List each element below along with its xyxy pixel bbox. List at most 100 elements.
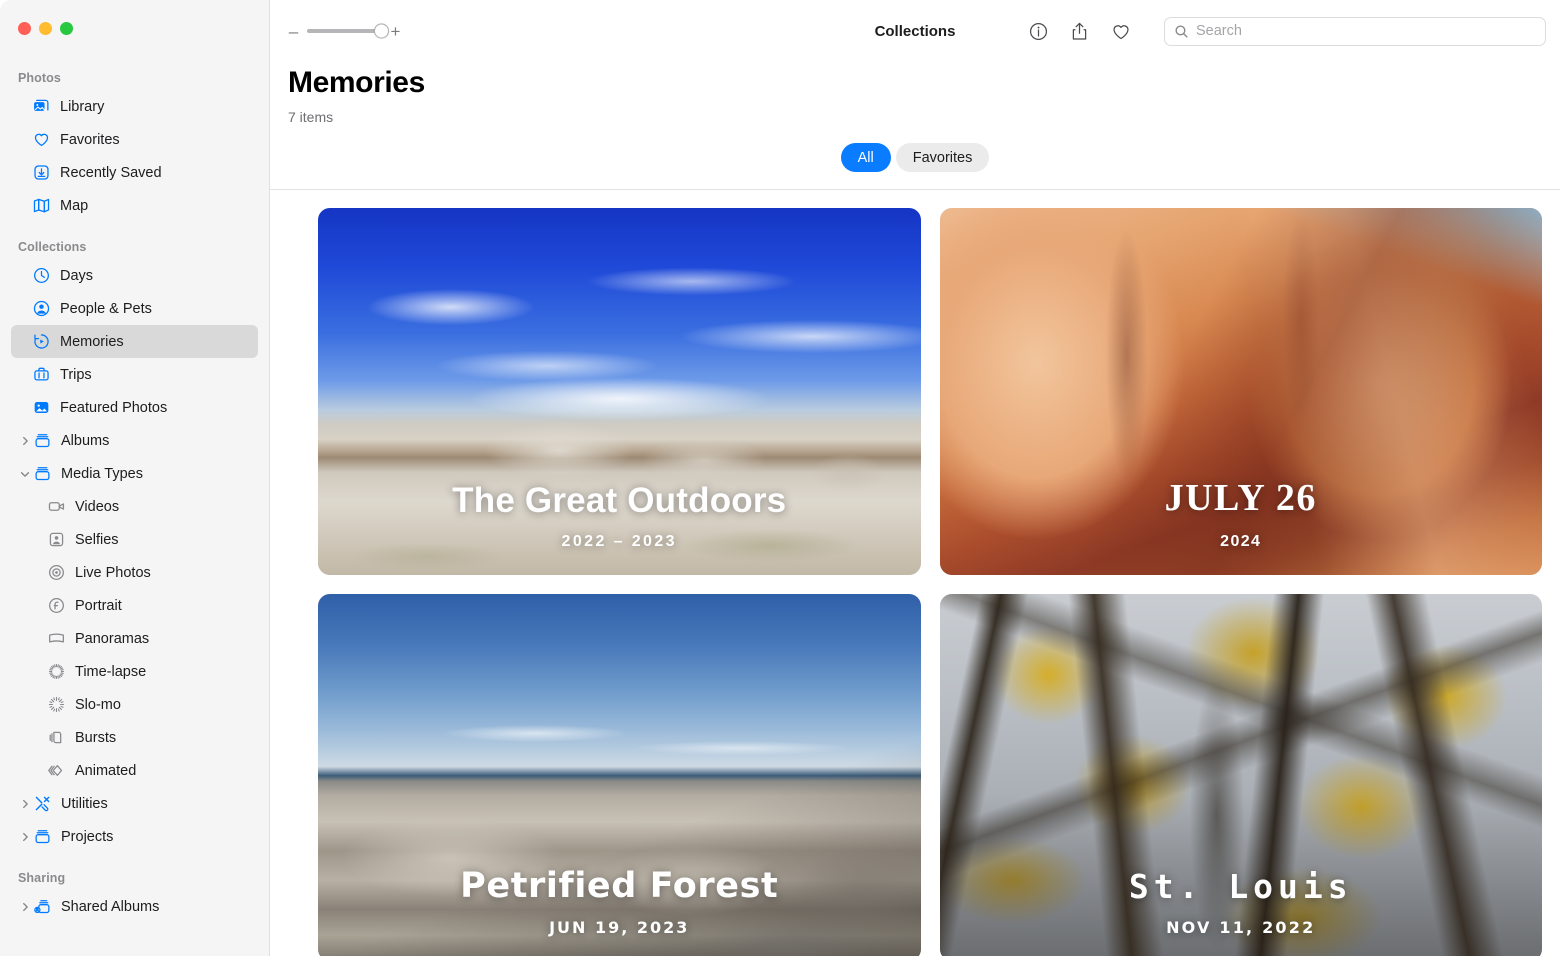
selfie-icon xyxy=(47,530,73,549)
sidebar-item-shared-albums[interactable]: Shared Albums xyxy=(11,890,258,923)
close-button[interactable] xyxy=(18,22,31,35)
main-content: – + Collections Search Memories 7 items … xyxy=(270,0,1560,956)
memory-title: Petrified Forest xyxy=(460,865,779,906)
bursts-icon xyxy=(47,728,73,747)
sidebar-item-selfies[interactable]: Selfies xyxy=(11,523,258,556)
heart-icon xyxy=(32,130,58,149)
sidebar-item-bursts[interactable]: Bursts xyxy=(11,721,258,754)
memory-title: The Great Outdoors xyxy=(452,480,787,520)
zoom-slider-control[interactable]: – + xyxy=(288,23,401,40)
search-input[interactable] xyxy=(1196,23,1536,39)
memory-card[interactable]: JULY 26 2024 xyxy=(939,208,1543,575)
album-icon xyxy=(33,431,59,450)
photos-window: Photos Library Favorites Recently Saved Map C… xyxy=(0,0,1560,956)
sidebar-item-people-pets[interactable]: People & Pets xyxy=(11,292,258,325)
disclosure-chevron-down-icon[interactable] xyxy=(18,468,32,480)
sidebar-item-memories[interactable]: Memories xyxy=(11,325,258,358)
download-icon xyxy=(32,163,58,182)
disclosure-chevron-right-icon[interactable] xyxy=(18,798,32,810)
memory-caption: JULY 26 2024 xyxy=(940,477,1543,551)
disclosure-chevron-right-icon[interactable] xyxy=(18,901,32,913)
sidebar-item-featured-photos[interactable]: Featured Photos xyxy=(11,391,258,424)
slomo-icon xyxy=(47,695,73,714)
album-icon xyxy=(33,464,59,483)
sidebar-item-label: Map xyxy=(60,197,89,214)
memories-grid: The Great Outdoors 2022 – 2023 JULY 26 2024… xyxy=(270,190,1560,956)
sidebar-item-videos[interactable]: Videos xyxy=(11,490,258,523)
item-count: 7 items xyxy=(288,109,334,125)
sidebar-item-label: Days xyxy=(60,267,94,284)
zoom-slider-track[interactable] xyxy=(307,23,389,39)
sidebar-item-favorites[interactable]: Favorites xyxy=(11,123,258,156)
memory-subtitle: JUN 19, 2023 xyxy=(549,918,690,937)
library-icon xyxy=(32,97,58,116)
memory-title: St. Louis xyxy=(1128,866,1353,906)
clock-icon xyxy=(32,266,58,285)
maximize-button[interactable] xyxy=(60,22,73,35)
person-circle-icon xyxy=(32,299,58,318)
window-controls xyxy=(18,22,73,35)
map-icon xyxy=(32,196,58,215)
sidebar-item-label: Live Photos xyxy=(75,564,151,581)
sidebar-item-media-types[interactable]: Media Types xyxy=(11,457,258,490)
disclosure-chevron-right-icon[interactable] xyxy=(18,435,32,447)
suitcase-icon xyxy=(32,365,58,384)
filter-segment-all[interactable]: All xyxy=(840,143,891,172)
filter-segmented-control: All Favorites xyxy=(270,143,1560,172)
memory-subtitle: 2022 – 2023 xyxy=(561,533,677,550)
sidebar-item-label: Memories xyxy=(60,333,124,350)
sidebar-item-label: People & Pets xyxy=(60,300,152,317)
sidebar-section-gap xyxy=(0,853,269,866)
sidebar-item-projects[interactable]: Projects xyxy=(11,820,258,853)
memory-caption: Petrified Forest JUN 19, 2023 xyxy=(318,865,921,937)
sidebar-item-label: Selfies xyxy=(75,531,119,548)
search-icon xyxy=(1174,24,1189,39)
sidebar-item-label: Slo-mo xyxy=(75,696,121,713)
sidebar-item-label: Recently Saved xyxy=(60,164,162,181)
sidebar-item-label: Favorites xyxy=(60,131,120,148)
minimize-button[interactable] xyxy=(39,22,52,35)
animated-icon xyxy=(47,761,73,780)
memory-subtitle: NOV 11, 2022 xyxy=(1166,918,1316,937)
sidebar-item-slo-mo[interactable]: Slo-mo xyxy=(11,688,258,721)
sidebar-item-label: Albums xyxy=(61,432,110,449)
favorite-heart-icon[interactable] xyxy=(1109,20,1132,43)
sidebar-item-live-photos[interactable]: Live Photos xyxy=(11,556,258,589)
share-icon[interactable] xyxy=(1068,20,1091,43)
page-title: Memories xyxy=(288,66,425,99)
sidebar-item-label: Library xyxy=(60,98,105,115)
sidebar-item-utilities[interactable]: Utilities xyxy=(11,787,258,820)
sidebar-item-library[interactable]: Library xyxy=(11,90,258,123)
sidebar-item-days[interactable]: Days xyxy=(11,259,258,292)
sidebar-item-label: Time-lapse xyxy=(75,663,147,680)
sidebar: Photos Library Favorites Recently Saved Map C… xyxy=(0,0,270,956)
video-icon xyxy=(47,497,73,516)
disclosure-chevron-right-icon[interactable] xyxy=(18,831,32,843)
sidebar-item-label: Panoramas xyxy=(75,630,150,647)
sidebar-item-trips[interactable]: Trips xyxy=(11,358,258,391)
toolbar: – + Collections xyxy=(270,0,1560,62)
sidebar-item-portrait[interactable]: Portrait xyxy=(11,589,258,622)
info-icon[interactable] xyxy=(1027,20,1050,43)
sidebar-item-animated[interactable]: Animated xyxy=(11,754,258,787)
memory-card[interactable]: The Great Outdoors 2022 – 2023 xyxy=(318,208,921,575)
sidebar-item-time-lapse[interactable]: Time-lapse xyxy=(11,655,258,688)
zoom-out-label[interactable]: – xyxy=(288,23,299,40)
memories-icon xyxy=(32,332,58,351)
sidebar-item-recently-saved[interactable]: Recently Saved xyxy=(11,156,258,189)
memory-card[interactable]: Petrified Forest JUN 19, 2023 xyxy=(318,594,921,956)
zoom-in-label[interactable]: + xyxy=(390,23,401,40)
sidebar-item-albums[interactable]: Albums xyxy=(11,424,258,457)
zoom-slider-thumb[interactable] xyxy=(374,23,389,39)
sidebar-item-map[interactable]: Map xyxy=(11,189,258,222)
memory-card[interactable]: St. Louis NOV 11, 2022 xyxy=(939,594,1542,956)
memory-title: JULY 26 xyxy=(1164,477,1317,520)
portrait-icon xyxy=(47,596,73,615)
sidebar-item-panoramas[interactable]: Panoramas xyxy=(11,622,258,655)
sidebar-section-header-photos: Photos xyxy=(18,71,61,85)
sidebar-item-label: Featured Photos xyxy=(60,399,168,416)
sidebar-item-label: Projects xyxy=(61,828,114,845)
search-field[interactable] xyxy=(1164,16,1546,46)
filter-segment-favorites[interactable]: Favorites xyxy=(895,143,990,172)
memory-subtitle: 2024 xyxy=(1220,533,1262,550)
